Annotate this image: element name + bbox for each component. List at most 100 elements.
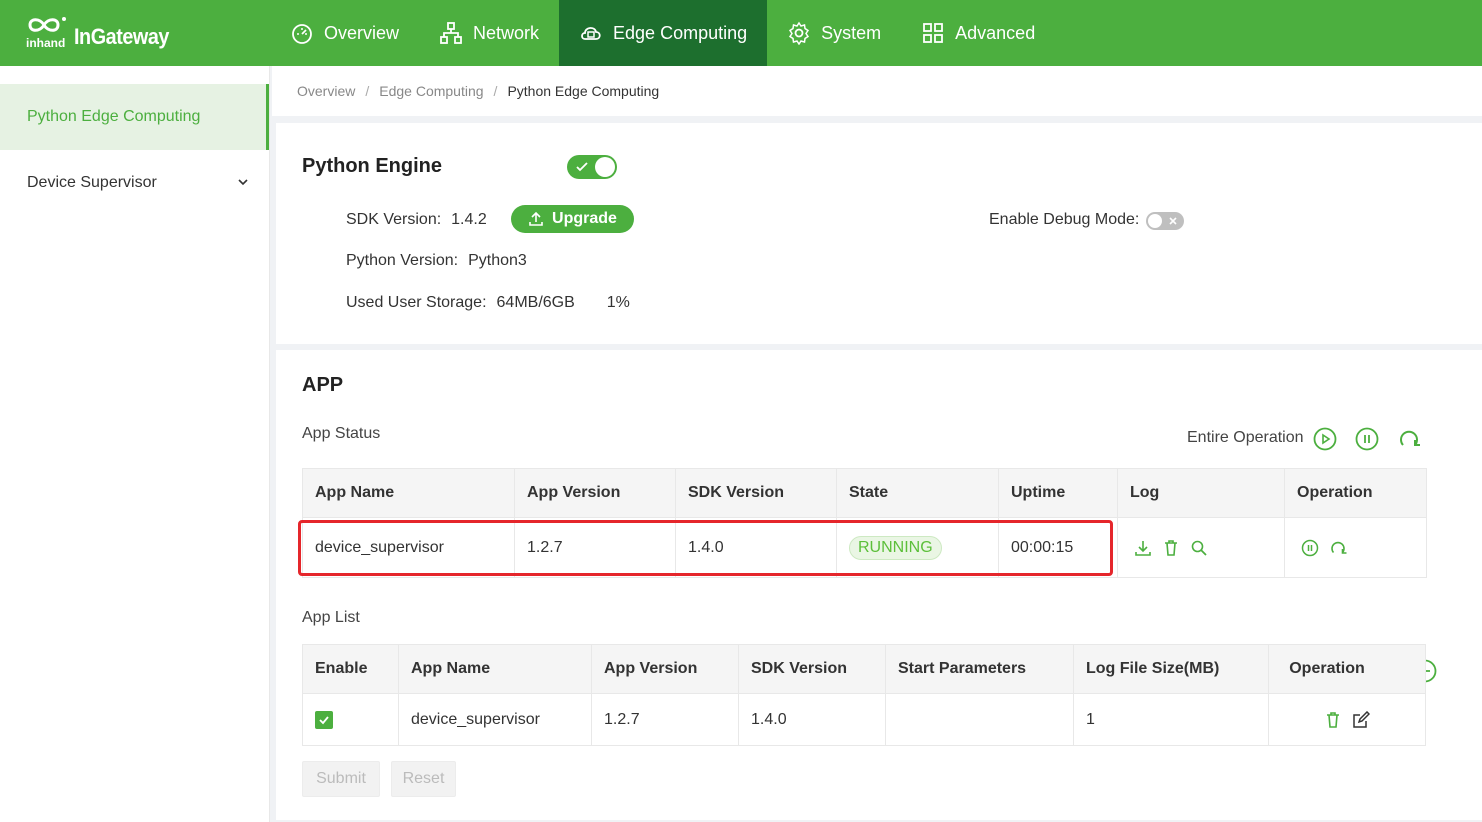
- nav-overview-label: Overview: [324, 22, 400, 43]
- app-title: APP: [302, 374, 344, 396]
- sidebar-item-label: Python Edge Computing: [27, 108, 201, 125]
- check-icon: [576, 162, 588, 172]
- sidebar-item-device-supervisor[interactable]: Device Supervisor: [0, 150, 269, 216]
- sidebar: Python Edge Computing Device Supervisor: [0, 66, 270, 822]
- check-icon: [319, 715, 329, 724]
- trash-icon[interactable]: [1162, 539, 1180, 557]
- trash-icon[interactable]: [1324, 711, 1342, 729]
- toggle-knob: [1148, 214, 1162, 228]
- dashboard-icon: [292, 24, 312, 44]
- logo-text: InGateway: [74, 24, 169, 49]
- sidebar-item-label: Device Supervisor: [27, 174, 157, 191]
- storage-percent: 1%: [606, 294, 630, 311]
- column-header: App Name: [302, 468, 515, 518]
- column-header: Uptime: [998, 468, 1118, 518]
- column-header: Log: [1117, 468, 1285, 518]
- sdk-version-label: SDK Version:: [346, 211, 442, 228]
- nav-system-label: System: [821, 22, 882, 43]
- breadcrumb-overview[interactable]: Overview: [297, 83, 355, 99]
- reset-button[interactable]: Reset: [391, 761, 456, 797]
- column-header: App Version: [591, 644, 739, 694]
- app-status-table: App Name App Version SDK Version State U…: [302, 468, 1427, 578]
- breadcrumb-edge-computing[interactable]: Edge Computing: [379, 83, 483, 99]
- app-status-label: App Status: [302, 425, 381, 442]
- app-name-cell: device_supervisor: [398, 693, 592, 746]
- python-version-row: Python Version: Python3: [346, 252, 527, 270]
- entire-operation-label: Entire Operation: [1187, 429, 1304, 446]
- nav-edge-label: Edge Computing: [613, 22, 748, 43]
- log-cell: [1117, 517, 1285, 578]
- restart-icon[interactable]: [1329, 539, 1347, 557]
- nav-advanced[interactable]: Advanced: [901, 0, 1055, 66]
- edge-computing-icon: [581, 27, 601, 40]
- app-version-cell: 1.2.7: [514, 517, 676, 578]
- sidebar-item-python-edge-computing[interactable]: Python Edge Computing: [0, 84, 269, 150]
- uptime-cell: 00:00:15: [998, 517, 1118, 578]
- app-version-cell: 1.2.7: [591, 693, 739, 746]
- submit-button[interactable]: Submit: [302, 761, 380, 797]
- grid-icon: [923, 23, 944, 43]
- enable-cell: [302, 693, 399, 746]
- column-header: State: [836, 468, 999, 518]
- debug-mode-label: Enable Debug Mode:: [989, 211, 1140, 228]
- inhand-logo-icon: inhand: [26, 14, 70, 54]
- operation-cell: [1284, 517, 1427, 578]
- app-panel: APP App Status Entire Operation App Name…: [276, 350, 1482, 820]
- storage-value: 64MB/6GB: [496, 294, 575, 311]
- python-version-label: Python Version:: [346, 252, 459, 269]
- column-header: Enable: [302, 644, 399, 694]
- sdk-version-value: 1.4.2: [451, 211, 487, 228]
- debug-mode-row: Enable Debug Mode:: [989, 211, 1139, 229]
- download-icon[interactable]: [1134, 539, 1152, 557]
- start-params-cell[interactable]: [885, 693, 1074, 746]
- column-header: Start Parameters: [885, 644, 1074, 694]
- nav-overview[interactable]: Overview: [270, 0, 419, 66]
- nav-edge-computing[interactable]: Edge Computing: [559, 0, 768, 66]
- breadcrumb-separator: /: [493, 83, 498, 99]
- chevron-down-icon: [238, 179, 248, 186]
- python-engine-panel: Python Engine SDK Version: 1.4.2 Upgrade…: [276, 123, 1482, 344]
- table-row: device_supervisor 1.2.7 1.4.0 RUNNING 00…: [302, 517, 1427, 578]
- column-header: App Version: [514, 468, 676, 518]
- nav-advanced-label: Advanced: [955, 22, 1036, 43]
- upload-icon: [529, 211, 543, 226]
- column-header: SDK Version: [738, 644, 886, 694]
- main-nav: Overview Network Edge Computing System A…: [270, 0, 1055, 66]
- search-icon[interactable]: [1190, 539, 1208, 557]
- nav-system[interactable]: System: [767, 0, 901, 66]
- breadcrumb-current: Python Edge Computing: [507, 83, 660, 99]
- column-header: SDK Version: [675, 468, 837, 518]
- top-navbar: inhand InGateway Overview Network Edge C…: [0, 0, 1482, 66]
- close-icon: [1169, 217, 1177, 225]
- nav-network[interactable]: Network: [419, 0, 559, 66]
- table-row: device_supervisor 1.2.7 1.4.0 1: [302, 693, 1426, 746]
- column-header: App Name: [398, 644, 592, 694]
- column-header: Operation: [1284, 468, 1427, 518]
- brand-logo[interactable]: inhand InGateway: [26, 14, 180, 54]
- status-badge: RUNNING: [849, 535, 942, 560]
- sdk-version-cell: 1.4.0: [675, 517, 837, 578]
- logo-subtext: inhand: [26, 36, 66, 50]
- app-name-cell: device_supervisor: [302, 517, 515, 578]
- toggle-knob: [595, 157, 615, 177]
- app-list-label: App List: [302, 609, 360, 626]
- nav-network-label: Network: [473, 22, 540, 43]
- upgrade-button[interactable]: Upgrade: [511, 205, 634, 233]
- edit-icon[interactable]: [1352, 710, 1370, 729]
- enable-checkbox[interactable]: [315, 710, 333, 729]
- storage-label: Used User Storage:: [346, 294, 487, 311]
- column-header: Operation: [1268, 644, 1426, 694]
- pause-icon[interactable]: [1301, 539, 1319, 557]
- debug-mode-toggle[interactable]: [1146, 212, 1184, 230]
- upgrade-label: Upgrade: [552, 210, 617, 227]
- restart-icon[interactable]: [1397, 427, 1421, 451]
- breadcrumb: Overview / Edge Computing / Python Edge …: [272, 66, 1482, 116]
- engine-enable-toggle[interactable]: [567, 155, 617, 179]
- app-list-table: Enable App Name App Version SDK Version …: [302, 644, 1426, 746]
- play-icon[interactable]: [1313, 427, 1337, 451]
- sdk-version-row: SDK Version: 1.4.2: [346, 211, 487, 229]
- operation-cell: [1268, 693, 1426, 746]
- pause-icon[interactable]: [1355, 427, 1379, 451]
- gear-icon: [789, 21, 810, 45]
- breadcrumb-separator: /: [365, 83, 370, 99]
